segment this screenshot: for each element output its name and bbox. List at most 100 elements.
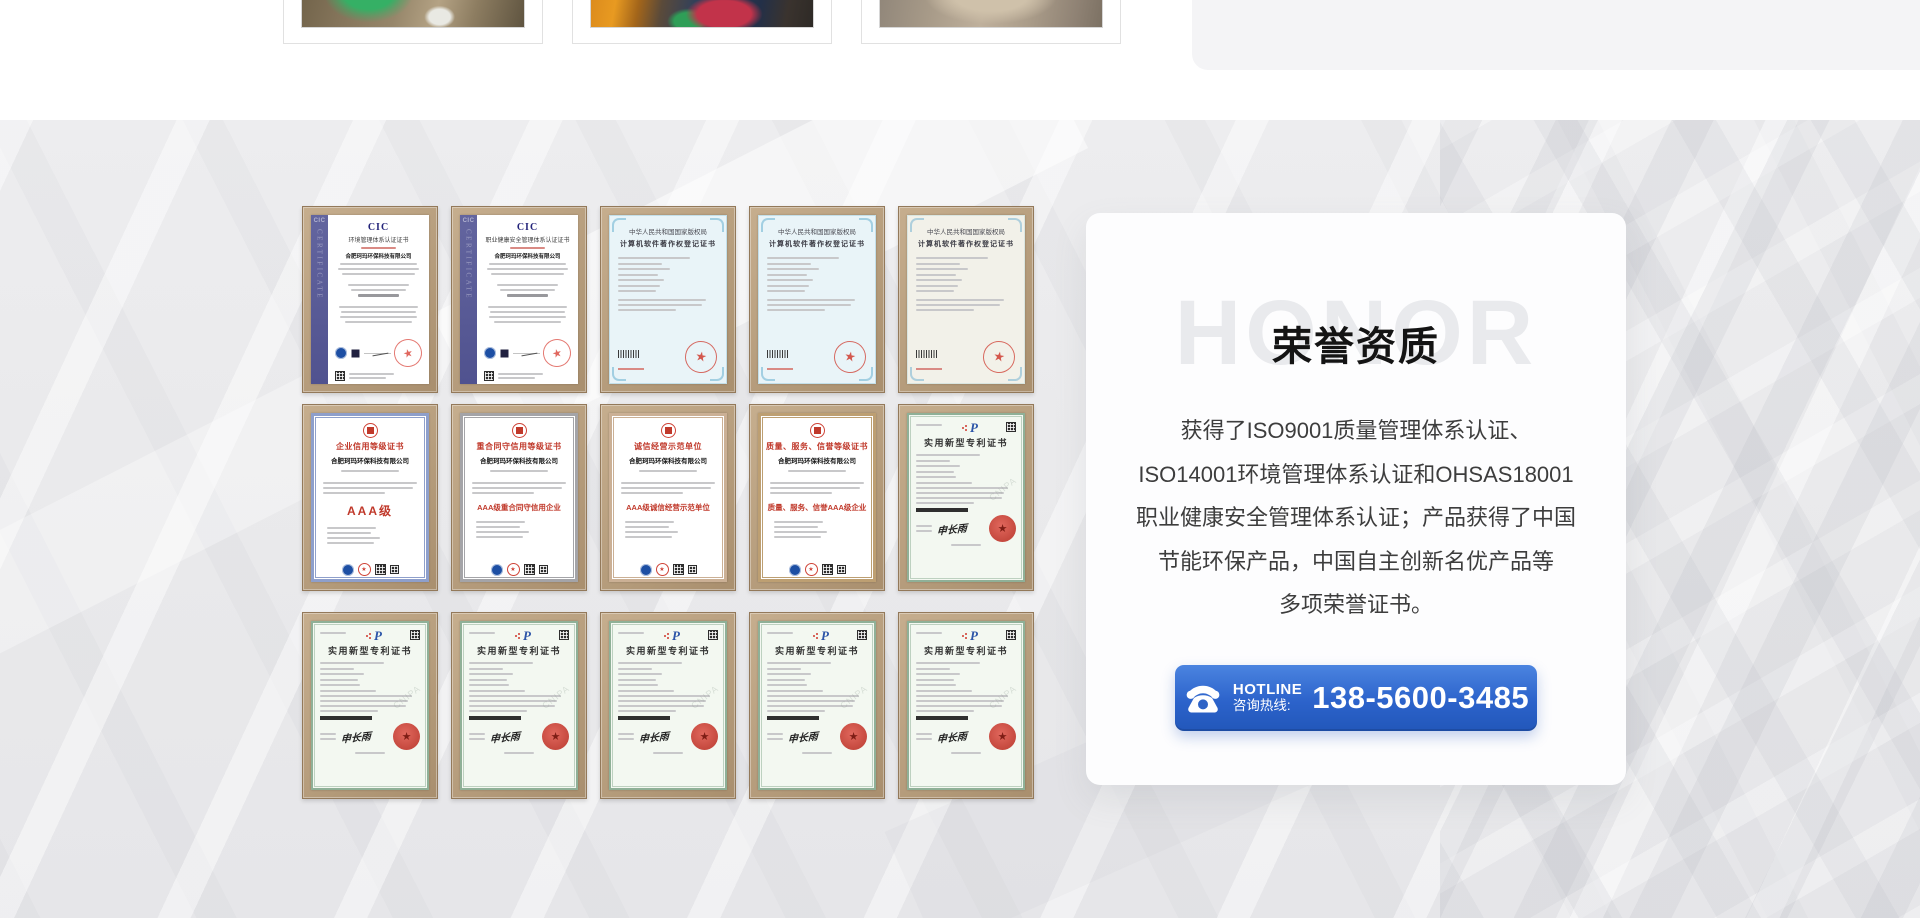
barcode-icon xyxy=(767,350,789,358)
patent-seal-icon: ★ xyxy=(840,723,867,750)
certificate-card-patent[interactable]: P实用新型专利证书申长雨★ xyxy=(600,612,736,799)
certificate-side-band: CICCERTIFICATE xyxy=(311,215,328,384)
certificate-issuer: 中华人民共和国国家版权局 xyxy=(618,226,718,236)
certificate-number xyxy=(767,368,793,370)
certificate-title: 重合同守信用等级证书 xyxy=(477,441,562,452)
gallery-card[interactable] xyxy=(283,0,543,44)
certificate-card-patent[interactable]: P 实用新型专利证书申长雨 ★ xyxy=(749,612,885,799)
honor-description-line: 节能环保产品，中国自主创新名优产品等 xyxy=(1124,540,1588,584)
corner-flourish-icon xyxy=(910,218,924,232)
certificate-card-patent[interactable]: P实用新型专利证书申长雨★ xyxy=(898,612,1034,799)
qr-code-icon xyxy=(857,630,867,640)
certificate-number xyxy=(916,368,942,370)
qr-code-icon xyxy=(673,564,684,575)
barcode-bar xyxy=(916,716,968,720)
cic-roundel-icon xyxy=(484,347,496,359)
gallery-card[interactable] xyxy=(861,0,1121,44)
qr-code-icon xyxy=(335,371,345,381)
cnipa-logo-icon: P xyxy=(970,630,978,642)
qr-code-icon xyxy=(559,630,569,640)
patent-seal-icon: ★ xyxy=(989,723,1016,750)
certificate-title: 实用新型专利证书 xyxy=(916,644,1016,657)
certificate-card-credit[interactable]: 诚信经营示范单位合肥珂玛环保科技有限公司AAA级诚信经营示范单位★ xyxy=(600,404,736,591)
patent-seal-icon: ★ xyxy=(393,723,420,750)
patent-seal-icon: ★ xyxy=(542,723,569,750)
barcode-icon xyxy=(618,350,640,358)
certificate-issuer: 中华人民共和国国家版权局 xyxy=(767,226,867,236)
signature: 申长雨 xyxy=(490,727,520,745)
certificate-card-copyright[interactable]: 中华人民共和国国家版权局计算机软件著作权登记证书★ xyxy=(600,206,736,393)
certificate-title: 环境管理体系认证证书 xyxy=(335,235,422,244)
certificate-company: 合肥珂玛环保科技有限公司 xyxy=(484,252,571,260)
top-right-panel xyxy=(1192,0,1920,70)
gallery-card[interactable] xyxy=(572,0,832,44)
certificate-card-cic[interactable]: CICCERTIFICATECIC环境管理体系认证证书合肥珂玛环保科技有限公司★ xyxy=(302,206,438,393)
cnipa-logo-icon: P xyxy=(672,630,680,642)
hotline-labels: HOTLINE 咨询热线: xyxy=(1233,682,1302,714)
certificate-title: 企业信用等级证书 xyxy=(336,441,404,452)
red-seal-icon xyxy=(661,423,676,438)
corner-flourish-icon xyxy=(612,218,626,232)
signature: 申长雨 xyxy=(639,727,669,745)
red-seal-icon xyxy=(512,423,527,438)
hotline-label-en: HOTLINE xyxy=(1233,682,1302,698)
qr-code-icon xyxy=(390,565,399,574)
qr-code-icon xyxy=(484,371,494,381)
certificate-card-cic[interactable]: CICCERTIFICATECIC职业健康安全管理体系认证证书合肥珂玛环保科技有… xyxy=(451,206,587,393)
honor-description-line: 获得了ISO9001质量管理体系认证、 xyxy=(1124,409,1588,453)
signature-line xyxy=(513,353,540,354)
truck-worksite-photo xyxy=(590,0,814,28)
section-title: 荣誉资质 xyxy=(1086,325,1626,369)
certificate-card-credit[interactable]: 重合同守信用等级证书合肥珂玛环保科技有限公司 AAA级重合同守信用企业 ★ xyxy=(451,404,587,591)
concrete-trench-photo xyxy=(879,0,1103,28)
certificate-card-patent[interactable]: P实用新型专利证书申长雨★ xyxy=(898,404,1034,591)
certificate-card-patent[interactable]: P实用新型专利证书申长雨★ xyxy=(451,612,587,799)
page: CICCERTIFICATE CIC 环境管理体系认证证书合肥珂玛环保科技有限公司 ★… xyxy=(0,0,1920,918)
barcode-bar xyxy=(618,716,670,720)
certificate-card-credit[interactable]: 质量、服务、信誉等级证书合肥珂玛环保科技有限公司质量、服务、信誉AAA级企业★ xyxy=(749,404,885,591)
accreditation-mark-icon xyxy=(499,348,510,359)
cnipa-logo-icon: P xyxy=(821,630,829,642)
hotline-button[interactable]: HOTLINE 咨询热线: 138-5600-3485 xyxy=(1175,665,1537,731)
patent-seal-icon: ★ xyxy=(691,723,718,750)
certificate-company: 合肥珂玛环保科技有限公司 xyxy=(778,455,856,465)
qr-code-icon xyxy=(708,630,718,640)
cic-logo: CIC xyxy=(484,222,571,233)
patent-seal-icon: ★ xyxy=(989,515,1016,542)
certificate-title: 实用新型专利证书 xyxy=(320,644,420,657)
barcode-icon xyxy=(916,350,938,358)
hotline-phone-number: 138-5600-3485 xyxy=(1312,680,1529,716)
qr-code-icon xyxy=(539,565,548,574)
phone-icon xyxy=(1183,681,1223,715)
barcode-bar xyxy=(320,716,372,720)
cnipa-logo-icon: P xyxy=(374,630,382,642)
qr-code-icon xyxy=(1006,630,1016,640)
signature: 申长雨 xyxy=(788,727,818,745)
signature-line xyxy=(364,353,391,354)
red-star-roundel-icon: ★ xyxy=(358,563,371,576)
barcode-bar xyxy=(767,716,819,720)
cic-roundel-icon xyxy=(335,347,347,359)
certificate-award: 质量、服务、信誉AAA级企业 xyxy=(768,502,867,513)
certificate-card-copyright[interactable]: 中华人民共和国国家版权局计算机软件著作权登记证书★ xyxy=(898,206,1034,393)
red-star-roundel-icon: ★ xyxy=(656,563,669,576)
certificate-award: AAA级重合同守信用企业 xyxy=(477,502,561,513)
certificate-card-patent[interactable]: P实用新型专利证书申长雨★ xyxy=(302,612,438,799)
certificate-company: 合肥珂玛环保科技有限公司 xyxy=(480,455,558,465)
certification-roundel-icon xyxy=(789,564,801,576)
honor-description-line: ISO14001环境管理体系认证和OHSAS18001 xyxy=(1124,453,1588,497)
red-star-stamp-icon: ★ xyxy=(540,336,574,370)
certificate-company: 合肥珂玛环保科技有限公司 xyxy=(331,455,409,465)
qr-code-icon xyxy=(1006,422,1016,432)
hotline-label-zh: 咨询热线: xyxy=(1233,698,1291,714)
certificate-title: 实用新型专利证书 xyxy=(767,644,867,657)
honor-description: 获得了ISO9001质量管理体系认证、ISO14001环境管理体系认证和OHSA… xyxy=(1124,409,1588,627)
cic-logo: CIC xyxy=(335,222,422,233)
red-star-roundel-icon: ★ xyxy=(507,563,520,576)
red-star-roundel-icon: ★ xyxy=(805,563,818,576)
certification-roundel-icon xyxy=(640,564,652,576)
certificate-card-copyright[interactable]: 中华人民共和国国家版权局计算机软件著作权登记证书★ xyxy=(749,206,885,393)
certificate-card-credit[interactable]: 企业信用等级证书合肥珂玛环保科技有限公司AAA级★ xyxy=(302,404,438,591)
qr-code-icon xyxy=(524,564,535,575)
qr-code-icon xyxy=(410,630,420,640)
